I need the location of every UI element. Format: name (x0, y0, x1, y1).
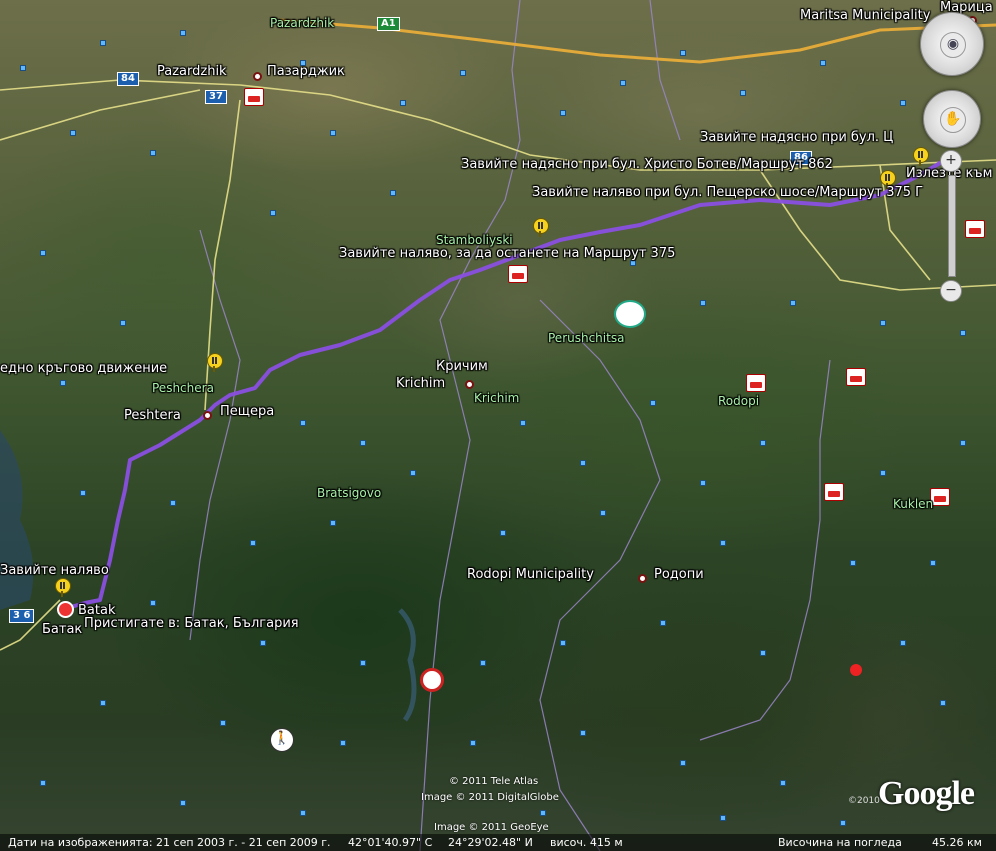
road-shield-37: 37 (205, 90, 227, 104)
label-arrival: Пристигате в: Батак, България (84, 616, 299, 631)
label-maritsa: Maritsa Municipality (800, 8, 931, 23)
imagery-dates: Дати на изображенията: 21 сеп 2003 г. - … (8, 836, 331, 849)
look-control[interactable]: ◉ (920, 12, 984, 76)
status-bar: Дати на изображенията: 21 сеп 2003 г. - … (0, 834, 996, 851)
road-shield-84: 84 (117, 72, 139, 86)
destination-marker[interactable] (57, 601, 74, 618)
zoom-track[interactable] (948, 175, 956, 277)
map-overlay (0, 0, 996, 851)
placemark-icon[interactable] (850, 664, 862, 676)
move-control[interactable]: ✋ (923, 90, 981, 148)
label-peshchera-green: Peshchera (152, 381, 214, 395)
city-marker-krichim[interactable] (465, 380, 474, 389)
road-shield-36: 3 6 (9, 609, 35, 623)
hiking-icon[interactable]: 🚶 (270, 728, 294, 752)
label-krichim: Krichim (396, 376, 446, 391)
road-shield-a1: A1 (377, 17, 400, 31)
zoom-slider[interactable]: + − (940, 150, 962, 302)
copyright-geoeye: Image © 2011 GeoEye (434, 822, 549, 833)
elevation: височ. 415 м (550, 836, 623, 849)
youtube-icon[interactable] (965, 220, 985, 238)
eye-altitude-label: Височина на погледа (778, 836, 902, 849)
youtube-icon[interactable] (846, 368, 866, 386)
city-marker-pazardzhik[interactable] (253, 72, 262, 81)
map-view[interactable]: A1 84 37 86 3 6 🚶 Pazardzhik Pazardzhik … (0, 0, 996, 851)
label-stamboliyski: Stamboliyski (436, 233, 513, 247)
copyright-teleatlas: © 2011 Tele Atlas (449, 776, 539, 787)
label-route-step: едно кръгово движение (0, 361, 168, 376)
copyright-year: ©2010 (848, 796, 880, 806)
copyright-digitalglobe: Image © 2011 DigitalGlobe (421, 792, 559, 803)
eye-altitude-value: 45.26 км (932, 836, 982, 849)
zoom-in-button[interactable]: + (940, 150, 962, 172)
label-route-step: Завийте наляво, за да останете на Маршру… (339, 246, 676, 261)
city-marker-peshtera[interactable] (203, 411, 212, 420)
label-krichim-bg: Кричим (436, 359, 488, 374)
label-pazardzhik-green: Pazardzhik (270, 16, 335, 30)
label-route-step: Завийте надясно при бул. Ц (700, 130, 894, 145)
label-perushtitsa: Perushchitsa (548, 331, 625, 345)
label-pazardzhik-bg: Пазарджик (267, 64, 345, 79)
zoom-out-button[interactable]: − (940, 280, 962, 302)
latitude: 42°01'40.97" С (348, 836, 433, 849)
youtube-icon[interactable] (824, 483, 844, 501)
eye-icon: ◉ (940, 32, 966, 58)
label-kuklen: Kuklen (893, 497, 934, 511)
label-peshtera-bg: Пещера (220, 404, 275, 419)
panoramio-icon[interactable] (614, 300, 646, 328)
navigation-controls: ◉ ✋ (920, 12, 986, 148)
label-bratsigovo: Bratsigovo (317, 486, 382, 500)
label-rodopi-bg: Родопи (654, 567, 704, 582)
longitude: 24°29'02.48" И (448, 836, 533, 849)
label-batak-bg: Батак (42, 622, 83, 637)
label-route-step: Завийте наляво при бул. Пещерско шосе/Ма… (532, 185, 924, 200)
route-step-pin[interactable] (913, 147, 929, 166)
label-route-step: Завийте наляво (0, 563, 109, 578)
photo-icon[interactable] (420, 668, 444, 692)
youtube-icon[interactable] (244, 88, 264, 106)
label-pazardzhik: Pazardzhik (157, 64, 227, 79)
label-route-step: Завийте надясно при бул. Христо Ботев/Ма… (461, 157, 833, 172)
label-peshtera: Peshtera (124, 408, 181, 423)
city-marker-rodopi[interactable] (638, 574, 647, 583)
youtube-icon[interactable] (746, 374, 766, 392)
route-step-pin[interactable] (533, 218, 549, 237)
label-rodopi-municipality: Rodopi Municipality (467, 567, 594, 582)
youtube-icon[interactable] (508, 265, 528, 283)
hand-icon: ✋ (940, 107, 966, 133)
route-step-pin[interactable] (55, 578, 71, 597)
route-step-pin[interactable] (207, 353, 223, 372)
label-krichim-green: Krichim (474, 391, 520, 405)
label-rodopi-green: Rodopi (718, 394, 760, 408)
google-logo: Google (878, 775, 975, 812)
